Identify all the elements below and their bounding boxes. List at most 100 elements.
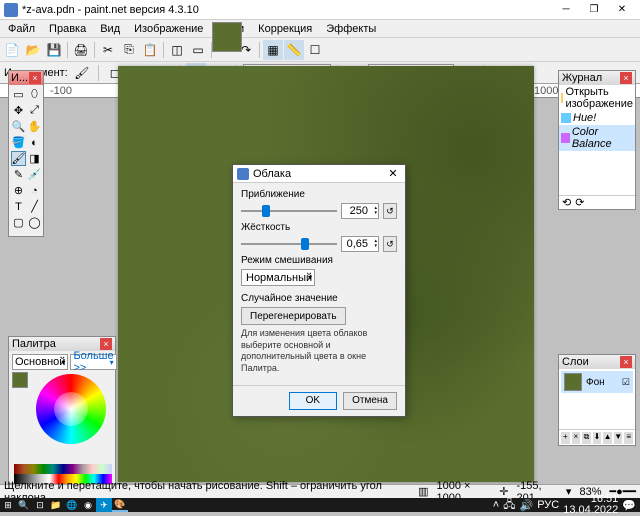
main-toolbar: 📄 📂 💾 🖨 ✂ ⎘ 📋 ◫ ▭ ↶ ↷ ▦ 📏 ☐ bbox=[0, 38, 640, 62]
gradient-tool[interactable]: ◐ bbox=[27, 135, 42, 150]
rect-tool[interactable]: ▢ bbox=[11, 215, 26, 230]
del-layer-icon[interactable]: × bbox=[572, 432, 581, 444]
clone-tool[interactable]: ⊕ bbox=[11, 183, 26, 198]
add-layer-icon[interactable]: + bbox=[561, 432, 570, 444]
paintnet-icon[interactable]: 🎨 bbox=[112, 498, 128, 512]
redo-icon[interactable]: ⟳ bbox=[575, 196, 584, 209]
scale-slider[interactable] bbox=[241, 204, 337, 218]
minimize-button[interactable]: ─ bbox=[552, 1, 580, 19]
menu-effects[interactable]: Эффекты bbox=[320, 22, 382, 36]
eraser-tool[interactable]: ◨ bbox=[27, 151, 42, 166]
roughness-label: Жёсткость bbox=[241, 222, 397, 233]
tray-up-icon[interactable]: ˄ bbox=[493, 499, 499, 511]
pencil-tool[interactable]: ✎ bbox=[11, 167, 26, 182]
swatch-row-2[interactable] bbox=[14, 464, 112, 474]
history-item[interactable]: Открыть изображение bbox=[559, 85, 635, 111]
history-item[interactable]: Hue! bbox=[559, 111, 635, 125]
cut-icon[interactable]: ✂ bbox=[98, 40, 118, 60]
up-icon[interactable]: ▲ bbox=[603, 432, 612, 444]
picker-tool[interactable]: 💉 bbox=[27, 167, 42, 182]
down-icon[interactable]: ▼ bbox=[614, 432, 623, 444]
clock[interactable]: 16:51 13.04.2022 bbox=[563, 494, 618, 516]
rect-select-tool[interactable]: ▭ bbox=[11, 87, 26, 102]
move-tool[interactable]: ✥ bbox=[11, 103, 26, 118]
dimensions-icon: ▥ bbox=[418, 485, 428, 498]
layer-thumbnail bbox=[564, 373, 582, 391]
menu-view[interactable]: Вид bbox=[94, 22, 126, 36]
fill-tool[interactable]: 🪣 bbox=[11, 135, 26, 150]
menu-edit[interactable]: Правка bbox=[43, 22, 92, 36]
notifications-icon[interactable]: 💬 bbox=[622, 499, 636, 512]
history-close-icon[interactable]: × bbox=[620, 72, 632, 84]
zoom-tool[interactable]: 🔍 bbox=[11, 119, 26, 134]
menu-file[interactable]: Файл bbox=[2, 22, 41, 36]
lang-indicator[interactable]: РУС bbox=[537, 499, 559, 511]
maximize-button[interactable]: ❐ bbox=[580, 1, 608, 19]
open-icon[interactable]: 📂 bbox=[23, 40, 43, 60]
dialog-close-button[interactable]: ✕ bbox=[385, 167, 401, 180]
edge-icon[interactable]: 🌐 bbox=[64, 498, 80, 512]
primary-combo[interactable]: Основной bbox=[12, 354, 68, 370]
window-title: *z-ava.pdn - paint.net версия 4.3.10 bbox=[22, 4, 552, 16]
shapes-tool[interactable]: ◯ bbox=[27, 215, 42, 230]
windows-taskbar: ⊞ 🔍 ⊡ 📁 🌐 ◉ ✈ 🎨 ˄ 🖧 🔊 РУС 16:51 13.04.20… bbox=[0, 498, 640, 512]
undo-icon[interactable]: ⟲ bbox=[562, 196, 571, 209]
telegram-icon[interactable]: ✈ bbox=[96, 498, 112, 512]
chrome-icon[interactable]: ◉ bbox=[80, 498, 96, 512]
clouds-dialog: Облака ✕ Приближение 250 ↺ Жёсткость 0,6… bbox=[232, 164, 406, 417]
roughness-input[interactable]: 0,65 bbox=[341, 236, 379, 252]
menu-image[interactable]: Изображение bbox=[128, 22, 209, 36]
save-icon[interactable]: 💾 bbox=[44, 40, 64, 60]
line-tool[interactable]: ╱ bbox=[27, 199, 42, 214]
history-item[interactable]: Color Balance bbox=[559, 125, 635, 151]
start-icon[interactable]: ⊞ bbox=[0, 498, 16, 512]
text-tool[interactable]: T bbox=[11, 199, 26, 214]
menu-adjust[interactable]: Коррекция bbox=[252, 22, 318, 36]
titlebar: *z-ava.pdn - paint.net версия 4.3.10 ─ ❐… bbox=[0, 0, 640, 20]
brush-tool[interactable]: 🖌 bbox=[11, 151, 26, 166]
props-icon[interactable]: ≡ bbox=[624, 432, 633, 444]
lasso-tool[interactable]: ⬯ bbox=[27, 87, 42, 102]
blend-mode-combo[interactable]: Нормальный bbox=[241, 269, 315, 286]
dup-layer-icon[interactable]: ⧉ bbox=[582, 432, 591, 444]
hint-text: Для изменения цвета облаков выберите осн… bbox=[241, 328, 397, 375]
scale-input[interactable]: 250 bbox=[341, 203, 379, 219]
close-button[interactable]: ✕ bbox=[608, 1, 636, 19]
grid-icon[interactable]: ▦ bbox=[263, 40, 283, 60]
color-wheel[interactable] bbox=[36, 374, 106, 444]
visibility-checkbox[interactable]: ☑ bbox=[622, 377, 630, 388]
brush-icon[interactable]: 🖌 bbox=[72, 63, 92, 83]
primary-swatch[interactable] bbox=[12, 372, 28, 388]
dialog-title: Облака bbox=[253, 168, 385, 180]
ok-button[interactable]: OK bbox=[289, 392, 337, 410]
merge-icon[interactable]: ⬇ bbox=[593, 432, 602, 444]
crop-icon[interactable]: ◫ bbox=[167, 40, 187, 60]
search-icon[interactable]: 🔍 bbox=[16, 498, 32, 512]
paste-icon[interactable]: 📋 bbox=[140, 40, 160, 60]
taskview-icon[interactable]: ⊡ bbox=[32, 498, 48, 512]
scale-reset-button[interactable]: ↺ bbox=[383, 203, 397, 219]
recolor-tool[interactable]: ◔ bbox=[27, 183, 42, 198]
move-sel-tool[interactable]: ⤢ bbox=[27, 103, 42, 118]
new-icon[interactable]: 📄 bbox=[2, 40, 22, 60]
document-thumbnail[interactable] bbox=[212, 22, 242, 52]
layer-item[interactable]: Фон ☑ bbox=[561, 371, 633, 393]
volume-icon[interactable]: 🔊 bbox=[520, 499, 534, 512]
more-button[interactable]: Больше >> bbox=[70, 354, 116, 370]
layers-close-icon[interactable]: × bbox=[620, 356, 632, 368]
deselect-icon[interactable]: ▭ bbox=[188, 40, 208, 60]
ruler-icon[interactable]: 📏 bbox=[284, 40, 304, 60]
roughness-slider[interactable] bbox=[241, 237, 337, 251]
tool-window-icon[interactable]: ☐ bbox=[305, 40, 325, 60]
copy-icon[interactable]: ⎘ bbox=[119, 40, 139, 60]
reseed-button[interactable]: Перегенерировать bbox=[241, 307, 346, 325]
app-icon bbox=[4, 3, 18, 17]
palette-close-icon[interactable]: × bbox=[100, 338, 112, 350]
menubar: Файл Правка Вид Изображение Слои Коррекц… bbox=[0, 20, 640, 38]
pan-tool[interactable]: ✋ bbox=[27, 119, 42, 134]
print-icon[interactable]: 🖨 bbox=[71, 40, 91, 60]
roughness-reset-button[interactable]: ↺ bbox=[383, 236, 397, 252]
toolbox-close-icon[interactable]: × bbox=[29, 72, 41, 84]
explorer-icon[interactable]: 📁 bbox=[48, 498, 64, 512]
cancel-button[interactable]: Отмена bbox=[343, 392, 397, 410]
